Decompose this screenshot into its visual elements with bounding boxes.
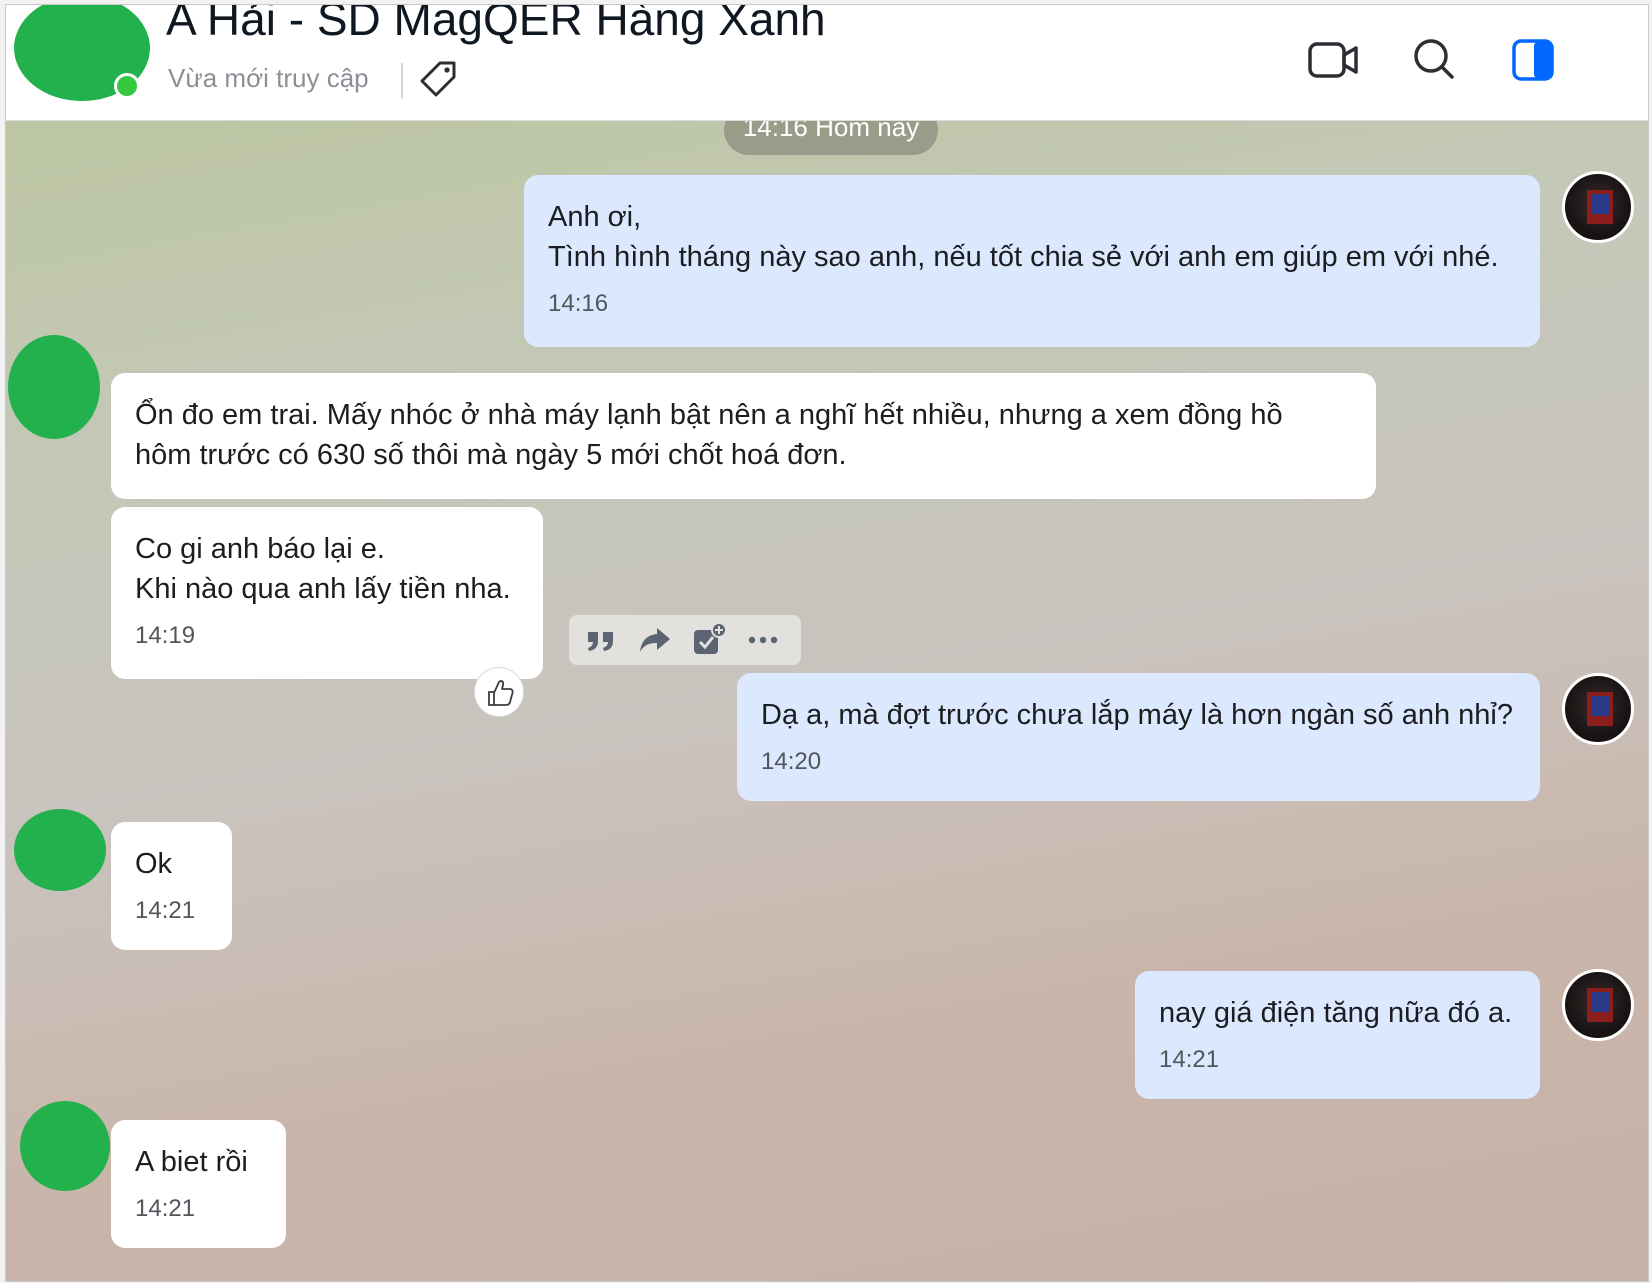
contact-avatar[interactable] xyxy=(20,1101,110,1191)
chat-window: A Hải - SD MagQER Hàng Xanh Vừa mới truy… xyxy=(5,4,1649,1282)
message-time: 14:21 xyxy=(135,1195,196,1222)
contact-avatar[interactable] xyxy=(14,809,106,891)
message-time: 14:20 xyxy=(761,748,822,775)
message-incoming[interactable]: Ok 14:21 xyxy=(111,822,232,950)
message-outgoing[interactable]: Anh ơi, Tình hình tháng này sao anh, nếu… xyxy=(524,175,1540,347)
message-text: Co gi anh báo lại e. xyxy=(135,533,385,565)
message-list[interactable]: 14:16 Hôm nay Anh ơi, Tình hình tháng nà… xyxy=(6,121,1648,1281)
forward-icon[interactable] xyxy=(637,622,673,658)
my-avatar[interactable] xyxy=(1562,171,1634,243)
reaction-button[interactable] xyxy=(474,667,524,717)
header-divider xyxy=(401,63,403,99)
message-time: 14:21 xyxy=(1159,1046,1220,1073)
quote-icon[interactable] xyxy=(583,622,619,658)
chat-header: A Hải - SD MagQER Hàng Xanh Vừa mới truy… xyxy=(6,5,1648,121)
message-text: A biet rồi xyxy=(135,1146,248,1178)
my-avatar[interactable] xyxy=(1562,969,1634,1041)
message-outgoing[interactable]: Dạ a, mà đợt trước chưa lắp máy là hơn n… xyxy=(737,673,1540,801)
message-outgoing[interactable]: nay giá điện tăng nữa đó a. 14:21 xyxy=(1135,971,1540,1099)
my-avatar[interactable] xyxy=(1562,673,1634,745)
message-text: Khi nào qua anh lấy tiền nha. xyxy=(135,573,511,605)
message-text: nay giá điện tăng nữa đó a. xyxy=(1159,997,1513,1029)
tag-icon[interactable] xyxy=(418,59,458,99)
message-time: 14:21 xyxy=(135,897,196,924)
more-icon[interactable] xyxy=(745,622,781,658)
message-text: Ok xyxy=(135,848,173,880)
message-incoming[interactable]: Ổn đo em trai. Mấy nhóc ở nhà máy lạnh b… xyxy=(111,373,1376,499)
thumbs-up-icon xyxy=(488,680,514,706)
message-time: 14:19 xyxy=(135,622,196,649)
sidebar-toggle-icon[interactable] xyxy=(1506,35,1562,85)
date-divider: 14:16 Hôm nay xyxy=(724,121,938,155)
add-task-icon[interactable] xyxy=(691,622,727,658)
message-text: Ổn đo em trai. Mấy nhóc ở nhà máy lạnh b… xyxy=(135,399,1283,431)
message-text: hôm trước có 630 số thôi mà ngày 5 mới c… xyxy=(135,439,847,471)
video-call-icon[interactable] xyxy=(1306,35,1362,85)
online-status-dot xyxy=(114,73,140,99)
message-time: 14:16 xyxy=(548,290,609,317)
contact-avatar[interactable] xyxy=(8,335,100,439)
scrollbar[interactable] xyxy=(1644,121,1648,1281)
message-incoming[interactable]: A biet rồi 14:21 xyxy=(111,1120,286,1248)
message-incoming[interactable]: Co gi anh báo lại e. Khi nào qua anh lấy… xyxy=(111,507,543,679)
message-text: Dạ a, mà đợt trước chưa lắp máy là hơn n… xyxy=(761,699,1513,731)
message-action-bar xyxy=(569,615,801,665)
presence-status: Vừa mới truy cập xyxy=(168,63,369,93)
search-icon[interactable] xyxy=(1406,35,1462,85)
message-text: Anh ơi, xyxy=(548,201,642,233)
message-text: Tình hình tháng này sao anh, nếu tốt chi… xyxy=(548,241,1499,273)
chat-title[interactable]: A Hải - SD MagQER Hàng Xanh xyxy=(166,5,826,47)
